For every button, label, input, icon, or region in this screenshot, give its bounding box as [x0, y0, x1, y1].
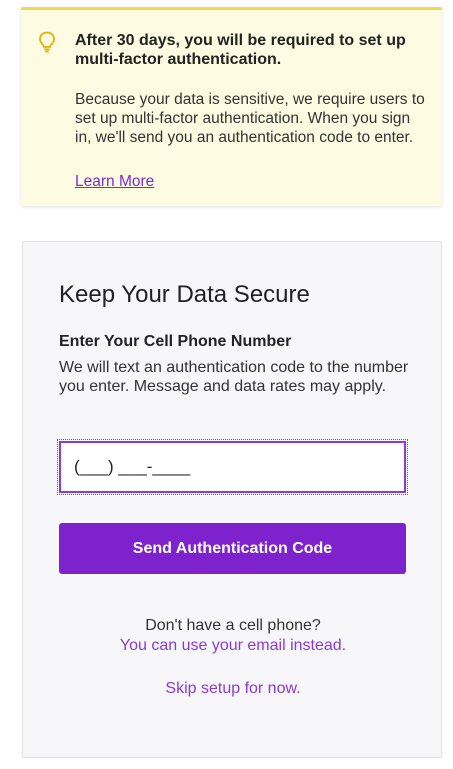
notice-title: After 30 days, you will be required to s…	[75, 32, 406, 68]
phone-number-input[interactable]	[57, 439, 408, 495]
lightbulb-icon	[38, 31, 56, 53]
learn-more-link[interactable]: Learn More	[75, 172, 154, 191]
skip-setup-link[interactable]: Skip setup for now.	[23, 679, 443, 699]
send-authentication-code-button[interactable]: Send Authentication Code	[59, 523, 406, 574]
page-title: Keep Your Data Secure	[59, 281, 310, 308]
phone-field-help: We will text an authentication code to t…	[59, 359, 409, 395]
notice-body: Because your data is sensitive, we requi…	[75, 91, 425, 146]
use-email-link[interactable]: You can use your email instead.	[23, 636, 443, 656]
mfa-notice-banner: After 30 days, you will be required to s…	[21, 7, 442, 206]
phone-field-label: Enter Your Cell Phone Number	[59, 333, 292, 350]
keep-data-secure-card: Keep Your Data Secure Enter Your Cell Ph…	[22, 241, 442, 758]
no-phone-text: Don't have a cell phone?	[145, 617, 321, 634]
